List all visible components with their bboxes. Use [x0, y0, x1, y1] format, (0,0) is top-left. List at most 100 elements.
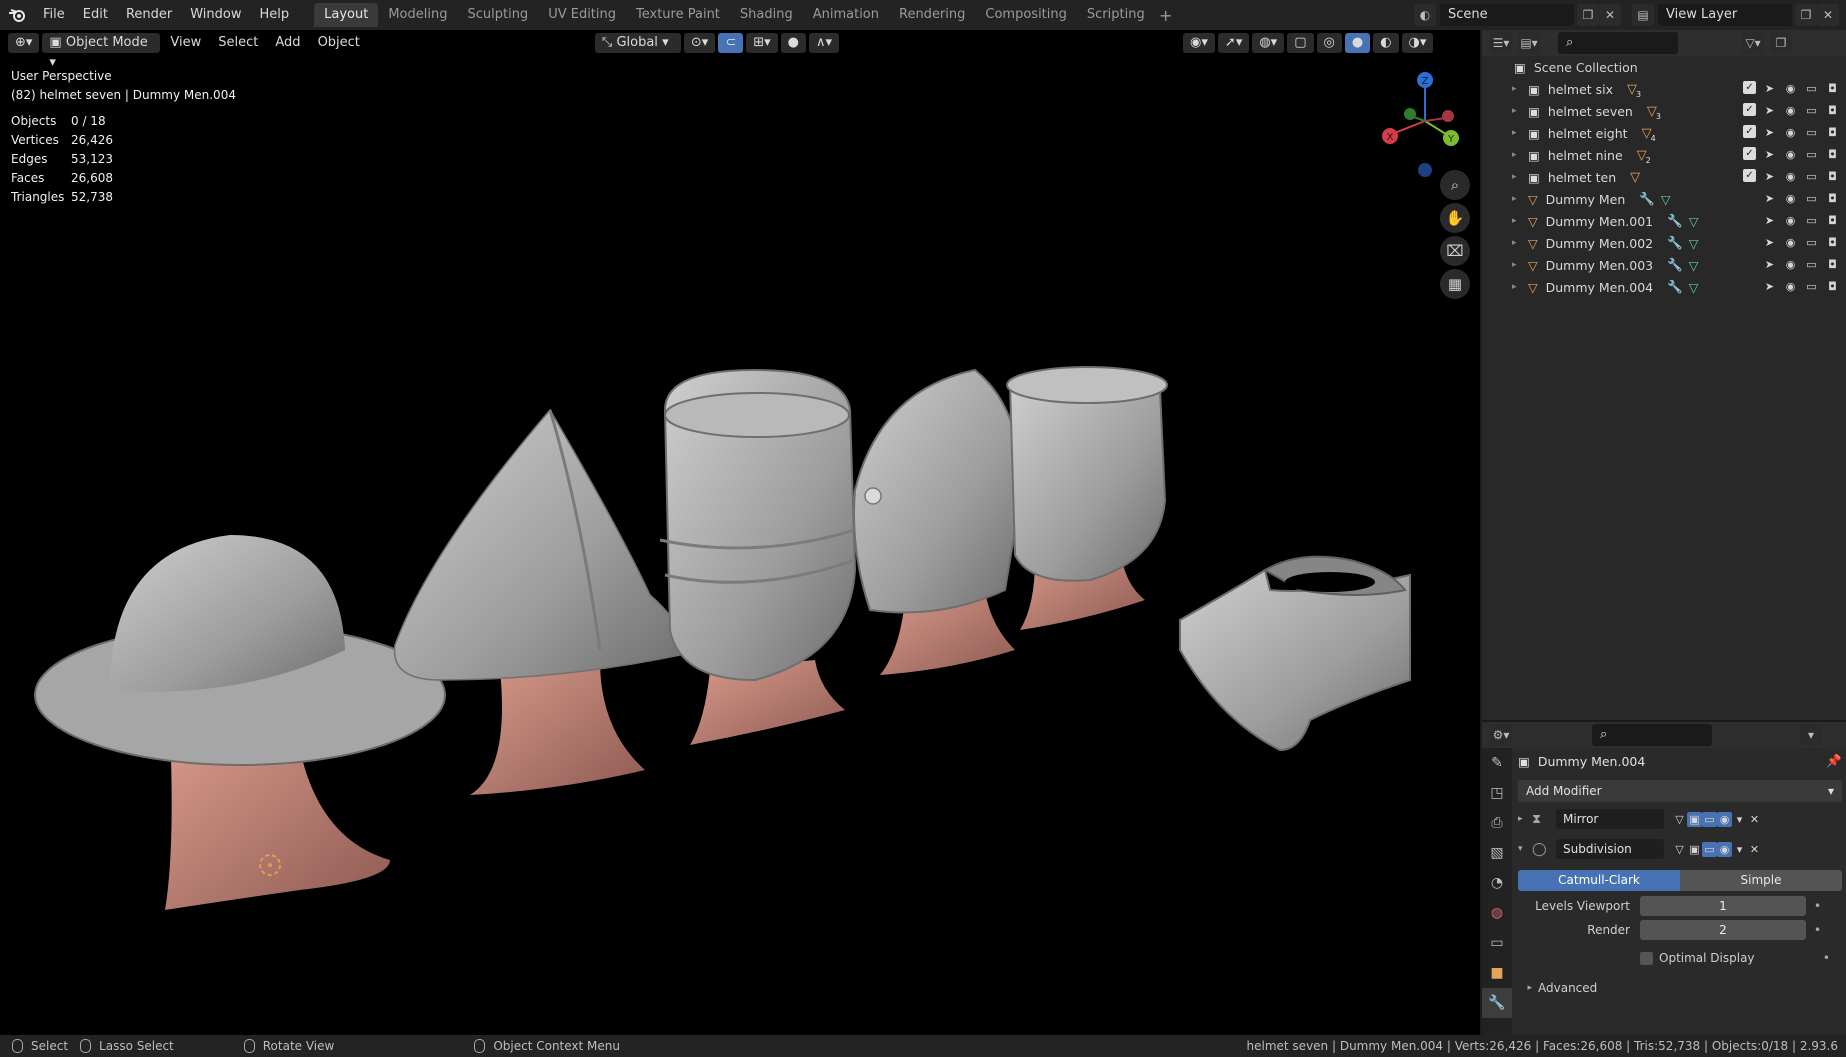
camera-icon[interactable]: ◘ — [1825, 257, 1840, 272]
camera-icon[interactable]: ◘ — [1825, 235, 1840, 250]
tab-uv-editing[interactable]: UV Editing — [538, 3, 626, 27]
advanced-panel-header[interactable]: ▸ Advanced — [1518, 977, 1842, 999]
view-layer-tab-icon[interactable]: ▧ — [1482, 838, 1512, 868]
exclude-checkbox[interactable]: ✓ — [1743, 169, 1756, 182]
blender-logo-icon[interactable] — [0, 0, 34, 30]
tab-sculpting[interactable]: Sculpting — [457, 3, 538, 27]
collection-tab-icon[interactable]: ▭ — [1482, 928, 1512, 958]
new-collection-icon[interactable]: ❐ — [1770, 32, 1792, 54]
tab-texture-paint[interactable]: Texture Paint — [626, 3, 730, 27]
monitor-icon[interactable]: ▭ — [1804, 81, 1819, 96]
keyframe-dot-icon[interactable]: • — [1823, 951, 1830, 965]
camera-icon[interactable]: ◘ — [1825, 81, 1840, 96]
monitor-icon[interactable]: ▭ — [1804, 257, 1819, 272]
expand-arrow-icon[interactable]: ▸ — [1512, 150, 1524, 160]
monitor-icon[interactable]: ▭ — [1804, 279, 1819, 294]
tab-shading[interactable]: Shading — [730, 3, 803, 27]
modifier-menu-icon[interactable]: ▾ — [1732, 842, 1747, 857]
keyframe-dot-icon[interactable]: • — [1814, 899, 1821, 913]
eye-icon[interactable]: ◉ — [1783, 125, 1798, 140]
eye-icon[interactable]: ◉ — [1783, 235, 1798, 250]
edit-mode-toggle-icon[interactable]: ▽ — [1672, 812, 1687, 827]
select-arrow-icon[interactable]: ➤ — [1762, 279, 1777, 294]
optimal-display-checkbox[interactable] — [1640, 951, 1653, 965]
eye-icon[interactable]: ◉ — [1783, 81, 1798, 96]
monitor-icon[interactable]: ▭ — [1804, 125, 1819, 140]
expand-arrow-icon[interactable]: ▸ — [1512, 84, 1524, 94]
menu-edit[interactable]: Edit — [74, 0, 117, 30]
camera-icon[interactable]: ◘ — [1825, 213, 1840, 228]
object-name[interactable]: Dummy Men.004 — [1538, 754, 1646, 769]
simple-button[interactable]: Simple — [1680, 870, 1842, 891]
monitor-icon[interactable]: ▭ — [1804, 103, 1819, 118]
expand-arrow-icon[interactable]: ▸ — [1512, 128, 1524, 138]
select-arrow-icon[interactable]: ➤ — [1762, 147, 1777, 162]
scene-icon[interactable]: ◐ — [1414, 4, 1436, 26]
monitor-icon[interactable]: ▭ — [1804, 235, 1819, 250]
monitor-icon[interactable]: ▭ — [1804, 147, 1819, 162]
outliner-item[interactable]: ▸ ▽ Dummy Men 🔧 ▽ ➤ ◉ ▭ ◘ — [1482, 188, 1846, 210]
expand-arrow-icon[interactable]: ▸ — [1512, 106, 1524, 116]
menu-help[interactable]: Help — [251, 0, 299, 30]
exclude-checkbox[interactable]: ✓ — [1743, 147, 1756, 160]
eye-icon[interactable]: ◉ — [1783, 169, 1798, 184]
render-toggle-icon[interactable]: ◉ — [1717, 841, 1732, 857]
outliner-search-input[interactable]: ⌕ — [1558, 32, 1678, 54]
viewport-toggle-icon[interactable]: ▭ — [1702, 841, 1717, 857]
zoom-icon[interactable]: ⌕ — [1440, 170, 1470, 200]
eye-icon[interactable]: ◉ — [1783, 147, 1798, 162]
outliner-editor-type-icon[interactable]: ☰▾ — [1490, 32, 1512, 54]
outliner-item[interactable]: ▸ ▣ helmet six ▽ 3 ✓ ➤ ◉ ▭ ◘ — [1482, 78, 1846, 100]
outliner-item[interactable]: ▸ ▣ helmet ten ▽ ✓ ➤ ◉ ▭ ◘ — [1482, 166, 1846, 188]
modifier-menu-icon[interactable]: ▾ — [1732, 812, 1747, 827]
eye-icon[interactable]: ◉ — [1783, 213, 1798, 228]
modifier-name-field[interactable]: Mirror — [1556, 809, 1664, 829]
new-scene-icon[interactable]: ❐ — [1577, 4, 1599, 26]
gizmo-neg-y-axis[interactable] — [1404, 108, 1416, 120]
expand-arrow-icon[interactable]: ▸ — [1512, 194, 1524, 204]
expand-arrow-icon[interactable]: ▸ — [1512, 282, 1524, 292]
monitor-icon[interactable]: ▭ — [1804, 213, 1819, 228]
scene-collection-row[interactable]: ▣ Scene Collection — [1482, 56, 1846, 78]
remove-modifier-icon[interactable]: ✕ — [1747, 842, 1762, 857]
select-arrow-icon[interactable]: ➤ — [1762, 103, 1777, 118]
outliner-item[interactable]: ▸ ▽ Dummy Men.001 🔧 ▽ ➤ ◉ ▭ ◘ — [1482, 210, 1846, 232]
monitor-icon[interactable]: ▭ — [1804, 169, 1819, 184]
outliner-item[interactable]: ▸ ▽ Dummy Men.004 🔧 ▽ ➤ ◉ ▭ ◘ — [1482, 276, 1846, 298]
eye-icon[interactable]: ◉ — [1783, 103, 1798, 118]
view-layer-icon[interactable]: ▤ — [1632, 4, 1654, 26]
select-arrow-icon[interactable]: ➤ — [1762, 257, 1777, 272]
expand-arrow-icon[interactable]: ▸ — [1512, 172, 1524, 182]
tab-rendering[interactable]: Rendering — [889, 3, 975, 27]
world-tab-icon[interactable]: ◍ — [1482, 898, 1512, 928]
camera-view-icon[interactable]: ⌧ — [1440, 236, 1470, 266]
remove-modifier-icon[interactable]: ✕ — [1747, 812, 1762, 827]
tab-compositing[interactable]: Compositing — [975, 3, 1077, 27]
output-tab-icon[interactable]: ⎙ — [1482, 808, 1512, 838]
expand-arrow-icon[interactable]: ▸ — [1512, 238, 1524, 248]
tool-tab-icon[interactable]: ✎ — [1482, 748, 1512, 778]
monitor-icon[interactable]: ▭ — [1804, 191, 1819, 206]
select-arrow-icon[interactable]: ➤ — [1762, 81, 1777, 96]
levels-viewport-field[interactable]: 1 — [1640, 896, 1806, 916]
add-modifier-dropdown[interactable]: Add Modifier ▾ — [1518, 780, 1842, 802]
exclude-checkbox[interactable]: ✓ — [1743, 81, 1756, 94]
menu-render[interactable]: Render — [117, 0, 181, 30]
expand-arrow-icon[interactable]: ▸ — [1512, 260, 1524, 270]
expand-arrow-icon[interactable]: ▸ — [1512, 216, 1524, 226]
cage-toggle-icon[interactable]: ▣ — [1687, 842, 1702, 857]
modifier-name-field[interactable]: Subdivision — [1556, 839, 1664, 859]
properties-editor-type-icon[interactable]: ⚙▾ — [1490, 724, 1512, 746]
eye-icon[interactable]: ◉ — [1783, 279, 1798, 294]
perspective-grid-icon[interactable]: ▦ — [1440, 269, 1470, 299]
tab-layout[interactable]: Layout — [314, 3, 379, 27]
outliner-item[interactable]: ▸ ▽ Dummy Men.002 🔧 ▽ ➤ ◉ ▭ ◘ — [1482, 232, 1846, 254]
exclude-checkbox[interactable]: ✓ — [1743, 103, 1756, 116]
camera-icon[interactable]: ◘ — [1825, 191, 1840, 206]
navigation-gizmo[interactable]: Z X Y — [1380, 66, 1470, 186]
exclude-checkbox[interactable]: ✓ — [1743, 125, 1756, 138]
expand-arrow-icon[interactable]: ▾ — [1518, 844, 1532, 854]
outliner-item[interactable]: ▸ ▣ helmet seven ▽ 3 ✓ ➤ ◉ ▭ ◘ — [1482, 100, 1846, 122]
tab-animation[interactable]: Animation — [803, 3, 889, 27]
eye-icon[interactable]: ◉ — [1783, 257, 1798, 272]
